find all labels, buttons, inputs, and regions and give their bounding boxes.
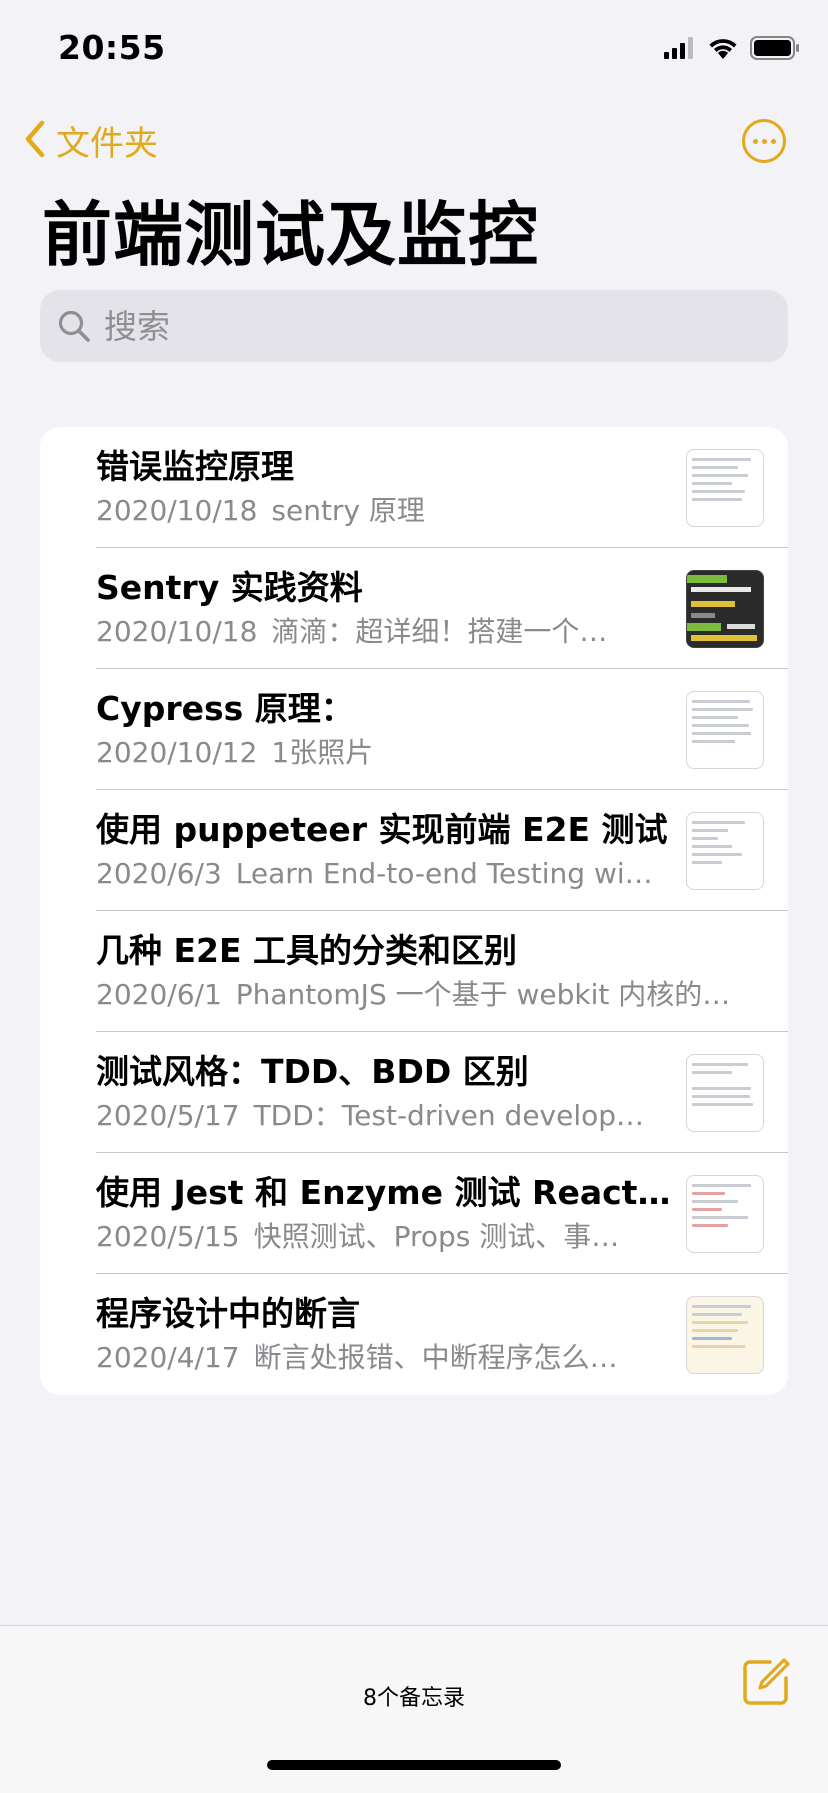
note-date: 2020/5/17 bbox=[96, 1099, 240, 1132]
note-title: Sentry 实践资料 bbox=[96, 568, 363, 607]
note-text: 几种 E2E 工具的分类和区别 2020/6/1 PhantomJS 一个基于 w… bbox=[96, 929, 756, 1015]
note-item[interactable]: 使用 puppeteer 实现前端 E2E 测试 2020/6/3 Learn E… bbox=[40, 790, 788, 911]
battery-icon bbox=[750, 36, 800, 64]
note-title: Cypress 原理： bbox=[96, 689, 354, 728]
note-title: 使用 puppeteer 实现前端 E2E 测试 bbox=[96, 810, 668, 849]
search-input[interactable] bbox=[102, 305, 746, 347]
notes-list: 错误监控原理 2020/10/18 sentry 原理 Sentry 实践资料 2… bbox=[40, 427, 788, 1395]
note-text: 程序设计中的断言 2020/4/17 断言处报错、中断程序怎么… bbox=[96, 1292, 686, 1378]
thumbnail-lines bbox=[687, 450, 763, 514]
note-meta: 2020/10/18 sentry 原理 bbox=[96, 491, 686, 531]
note-text: 使用 puppeteer 实现前端 E2E 测试 2020/6/3 Learn E… bbox=[96, 808, 686, 894]
note-meta: 2020/10/12 1张照片 bbox=[96, 733, 686, 773]
note-preview: TDD：Test-driven develop… bbox=[253, 1099, 645, 1132]
note-thumbnail bbox=[686, 449, 764, 527]
search-bar[interactable] bbox=[40, 290, 788, 362]
note-text: Sentry 实践资料 2020/10/18 滴滴：超详细！搭建一个… bbox=[96, 566, 686, 652]
note-preview: PhantomJS 一个基于 webkit 内核的… bbox=[235, 978, 731, 1011]
status-time: 20:55 bbox=[58, 28, 166, 67]
chevron-left-icon bbox=[24, 120, 46, 162]
thumbnail-lines bbox=[687, 1055, 763, 1119]
thumbnail-lines bbox=[687, 1176, 763, 1240]
note-text: 测试风格：TDD、BDD 区别 2020/5/17 TDD：Test-driven… bbox=[96, 1050, 686, 1136]
note-thumbnail bbox=[686, 1175, 764, 1253]
note-item[interactable]: 测试风格：TDD、BDD 区别 2020/5/17 TDD：Test-driven… bbox=[40, 1032, 788, 1153]
note-preview: 快照测试、Props 测试、事… bbox=[253, 1220, 620, 1253]
note-title: 测试风格：TDD、BDD 区别 bbox=[96, 1052, 529, 1091]
note-date: 2020/10/12 bbox=[96, 736, 258, 769]
note-thumbnail bbox=[686, 1054, 764, 1132]
note-item[interactable]: Sentry 实践资料 2020/10/18 滴滴：超详细！搭建一个… bbox=[40, 548, 788, 669]
note-date: 2020/6/3 bbox=[96, 857, 222, 890]
note-meta: 2020/10/18 滴滴：超详细！搭建一个… bbox=[96, 612, 686, 652]
note-date: 2020/10/18 bbox=[96, 494, 258, 527]
home-indicator[interactable] bbox=[267, 1760, 561, 1770]
wifi-icon bbox=[708, 37, 738, 63]
status-icons bbox=[664, 36, 800, 64]
note-date: 2020/5/15 bbox=[96, 1220, 240, 1253]
thumbnail-lines bbox=[687, 813, 763, 877]
note-meta: 2020/5/15 快照测试、Props 测试、事… bbox=[96, 1217, 686, 1257]
note-preview: 1张照片 bbox=[271, 736, 374, 769]
back-button[interactable]: 文件夹 bbox=[24, 116, 158, 165]
note-title: 程序设计中的断言 bbox=[96, 1294, 360, 1333]
note-text: 错误监控原理 2020/10/18 sentry 原理 bbox=[96, 445, 686, 531]
status-bar: 20:55 bbox=[0, 0, 828, 100]
note-meta: 2020/6/3 Learn End-to-end Testing wi… bbox=[96, 854, 686, 894]
thumbnail-lines bbox=[687, 1297, 763, 1361]
note-meta: 2020/6/1 PhantomJS 一个基于 webkit 内核的… bbox=[96, 975, 756, 1015]
page-title: 前端测试及监控 bbox=[42, 194, 539, 276]
note-date: 2020/6/1 bbox=[96, 978, 222, 1011]
ellipsis-dot bbox=[770, 138, 776, 144]
ellipsis-icon bbox=[752, 138, 758, 144]
note-text: Cypress 原理： 2020/10/12 1张照片 bbox=[96, 687, 686, 773]
cellular-signal-icon bbox=[664, 37, 696, 63]
note-item[interactable]: Cypress 原理： 2020/10/12 1张照片 bbox=[40, 669, 788, 790]
note-thumbnail bbox=[686, 1296, 764, 1374]
back-button-label: 文件夹 bbox=[56, 124, 158, 164]
note-item[interactable]: 程序设计中的断言 2020/4/17 断言处报错、中断程序怎么… bbox=[40, 1274, 788, 1395]
note-date: 2020/4/17 bbox=[96, 1341, 240, 1374]
note-item[interactable]: 使用 Jest 和 Enzyme 测试 React… 2020/5/15 快照测试… bbox=[40, 1153, 788, 1274]
compose-button[interactable] bbox=[740, 1656, 792, 1708]
search-icon bbox=[54, 306, 94, 346]
note-meta: 2020/5/17 TDD：Test-driven develop… bbox=[96, 1096, 686, 1136]
note-preview: sentry 原理 bbox=[271, 494, 425, 527]
note-title: 几种 E2E 工具的分类和区别 bbox=[96, 931, 518, 970]
compose-icon bbox=[740, 1658, 792, 1712]
note-preview: 断言处报错、中断程序怎么… bbox=[253, 1341, 618, 1374]
more-options-button[interactable] bbox=[742, 119, 786, 163]
ellipsis-dot bbox=[761, 138, 767, 144]
note-count: 8个备忘录 bbox=[363, 1686, 465, 1711]
note-text: 使用 Jest 和 Enzyme 测试 React… 2020/5/15 快照测试… bbox=[96, 1171, 686, 1257]
note-thumbnail bbox=[686, 812, 764, 890]
note-meta: 2020/4/17 断言处报错、中断程序怎么… bbox=[96, 1338, 686, 1378]
note-preview: Learn End-to-end Testing wi… bbox=[235, 857, 653, 890]
note-thumbnail bbox=[686, 691, 764, 769]
note-thumbnail bbox=[686, 570, 764, 648]
note-item[interactable]: 错误监控原理 2020/10/18 sentry 原理 bbox=[40, 427, 788, 548]
note-item[interactable]: 几种 E2E 工具的分类和区别 2020/6/1 PhantomJS 一个基于 w… bbox=[40, 911, 788, 1032]
note-date: 2020/10/18 bbox=[96, 615, 258, 648]
thumbnail-lines bbox=[687, 692, 763, 756]
note-title: 错误监控原理 bbox=[96, 447, 294, 486]
note-preview: 滴滴：超详细！搭建一个… bbox=[271, 615, 608, 648]
note-title: 使用 Jest 和 Enzyme 测试 React… bbox=[96, 1173, 671, 1212]
